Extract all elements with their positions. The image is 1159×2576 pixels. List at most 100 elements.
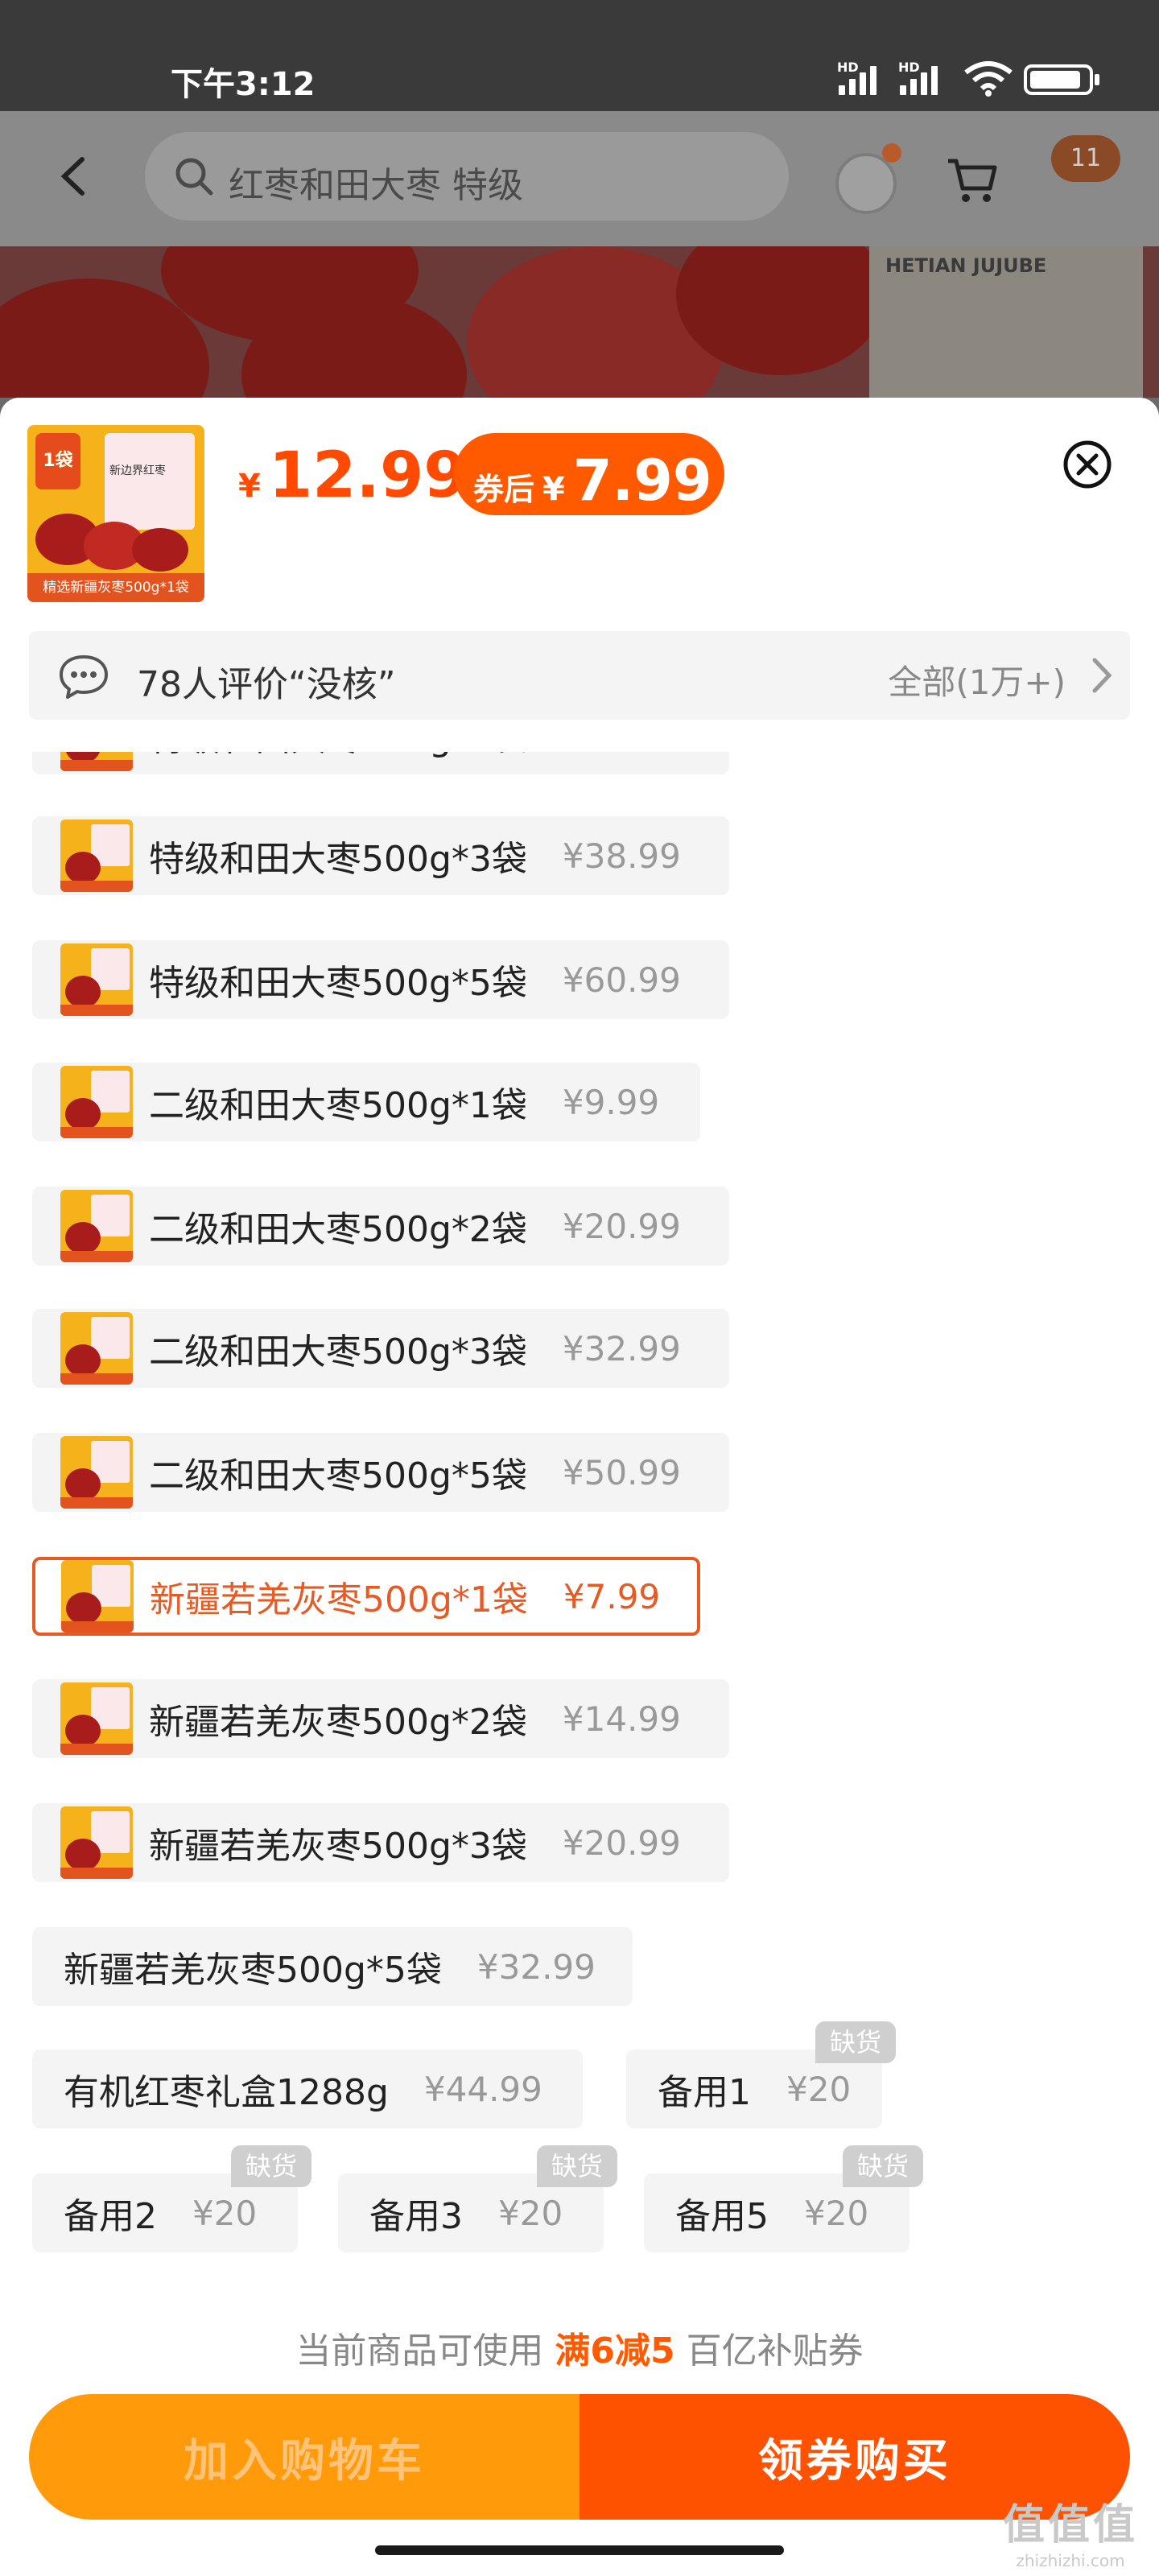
comment-icon bbox=[60, 655, 108, 699]
sku-option[interactable]: 新疆若羌灰枣500g*5袋 ¥32.99 bbox=[32, 1927, 633, 2006]
signal-icon bbox=[839, 63, 876, 95]
out-of-stock-badge: 缺货 bbox=[843, 2145, 923, 2187]
sku-option-name: 备用2 bbox=[64, 2196, 157, 2237]
sku-option[interactable]: 备用2 ¥20 缺货 bbox=[32, 2145, 311, 2252]
sku-option[interactable]: 备用1 ¥20 缺货 bbox=[626, 2021, 896, 2128]
quantity-tag: 1袋 bbox=[35, 433, 80, 489]
sku-option[interactable]: 备用3 ¥20 缺货 bbox=[338, 2145, 617, 2252]
selected-product-thumbnail: 1袋 新边界红枣 精选新疆灰枣500g*1袋 bbox=[27, 425, 204, 602]
action-buttons: 加入购物车 领券购买 bbox=[29, 2394, 1130, 2520]
sku-option[interactable]: 新疆若羌灰枣500g*1袋 ¥7.99 bbox=[32, 1557, 700, 1636]
product-image: HETIAN JUJUBE bbox=[0, 246, 1159, 398]
sku-option[interactable]: 新疆若羌灰枣500g*3袋 ¥20.99 bbox=[32, 1803, 729, 1882]
sku-option-price: ¥20 bbox=[498, 2193, 563, 2233]
sku-option-name: 二级和田大枣500g*3袋 bbox=[149, 1331, 527, 1373]
notice-prefix: 当前商品可使用 bbox=[295, 2330, 544, 2372]
back-arrow-icon[interactable] bbox=[58, 156, 90, 196]
sku-option[interactable]: 二级和田大枣500g*5袋 ¥50.99 bbox=[32, 1433, 729, 1512]
close-icon[interactable] bbox=[1062, 440, 1112, 489]
coupon-label: 券后 bbox=[473, 472, 535, 507]
coupon-value: 7.99 bbox=[572, 448, 712, 514]
sku-option[interactable]: 特级和田大枣500g*3袋 ¥38.99 bbox=[32, 816, 729, 895]
sku-option-price: ¥20.99 bbox=[562, 1823, 681, 1863]
current-price: ¥ 12.99 bbox=[238, 440, 468, 512]
sku-thumbnail bbox=[60, 819, 133, 892]
sku-option-price: ¥7.99 bbox=[563, 1576, 661, 1616]
sku-option-name: 备用5 bbox=[675, 2196, 769, 2237]
notice-suffix: 百亿补贴券 bbox=[686, 2330, 864, 2372]
sku-option[interactable]: 二级和田大枣500g*3袋 ¥32.99 bbox=[32, 1309, 729, 1388]
watermark-logo: 值值值 bbox=[1002, 2501, 1138, 2549]
sku-option-price: ¥50.99 bbox=[562, 1452, 681, 1492]
home-indicator[interactable] bbox=[375, 2545, 784, 2555]
sku-option-price: ¥20 bbox=[804, 2193, 869, 2233]
review-summary-bar[interactable]: 78人评价“没核” 全部(1万+) bbox=[29, 631, 1130, 720]
sku-option-name: 新疆若羌灰枣500g*2袋 bbox=[149, 1702, 527, 1743]
out-of-stock-badge: 缺货 bbox=[815, 2021, 896, 2063]
sku-option-name: 二级和田大枣500g*2袋 bbox=[149, 1209, 527, 1250]
package-label: 新边界红枣 bbox=[109, 464, 166, 477]
watermark-url: zhizhizhi.com bbox=[1016, 2551, 1125, 2570]
assistant-mascot-icon[interactable] bbox=[829, 140, 901, 221]
sku-option[interactable]: 备用5 ¥20 缺货 bbox=[644, 2145, 923, 2252]
search-icon bbox=[175, 158, 213, 196]
search-query: 红枣和田大枣 特级 bbox=[229, 165, 523, 206]
sku-option-name: 新疆若羌灰枣500g*5袋 bbox=[64, 1950, 442, 1991]
sku-option-price: ¥9.99 bbox=[562, 1082, 660, 1122]
status-bar: 下午3:12 HD HD bbox=[0, 0, 1159, 111]
sku-option-name: 二级和田大枣500g*5袋 bbox=[149, 1455, 527, 1496]
cart-count-badge: 11 bbox=[1051, 135, 1120, 182]
sku-option-name: 特级和田大枣500g*2袋 bbox=[149, 752, 527, 761]
sku-option[interactable]: 特级和田大枣500g*2袋 ¥24.99 bbox=[32, 752, 729, 774]
sku-option[interactable]: 二级和田大枣500g*2袋 ¥20.99 bbox=[32, 1187, 729, 1265]
watermark: 值值值 zhizhizhi.com bbox=[1003, 2491, 1138, 2570]
sku-thumbnail bbox=[60, 1806, 133, 1879]
price-currency: ¥ bbox=[238, 468, 261, 505]
sku-option-name: 新疆若羌灰枣500g*1袋 bbox=[150, 1579, 528, 1620]
sku-option-name: 备用3 bbox=[369, 2196, 463, 2237]
out-of-stock-badge: 缺货 bbox=[537, 2145, 617, 2187]
sku-thumbnail bbox=[60, 1190, 133, 1262]
sku-selection-sheet: 1袋 新边界红枣 精选新疆灰枣500g*1袋 ¥ 12.99 券后 ¥ 7.99… bbox=[0, 398, 1159, 2576]
top-nav-bar: 红枣和田大枣 特级 11 bbox=[0, 111, 1159, 246]
sku-option[interactable]: 特级和田大枣500g*5袋 ¥60.99 bbox=[32, 940, 729, 1019]
battery-icon bbox=[1024, 64, 1099, 95]
sku-option[interactable]: 新疆若羌灰枣500g*2袋 ¥14.99 bbox=[32, 1679, 729, 1758]
sku-option-price: ¥38.99 bbox=[562, 836, 681, 876]
sku-option-price: ¥14.99 bbox=[562, 1699, 681, 1739]
coupon-notice: 当前商品可使用 满6减5 百亿补贴券 bbox=[0, 2322, 1159, 2373]
cart-icon[interactable] bbox=[947, 156, 998, 204]
sku-option-name: 备用1 bbox=[658, 2072, 751, 2113]
sku-option-price: ¥60.99 bbox=[562, 960, 681, 1000]
sku-thumbnail bbox=[60, 1312, 133, 1385]
sku-option-price: ¥32.99 bbox=[476, 1946, 596, 1987]
sku-thumbnail bbox=[60, 943, 133, 1016]
sku-option-price: ¥44.99 bbox=[423, 2069, 542, 2109]
status-time: 下午3:12 bbox=[171, 66, 316, 103]
sku-option-price: ¥20 bbox=[786, 2069, 852, 2109]
sku-option-price: ¥20.99 bbox=[562, 1206, 681, 1246]
sku-option-name: 有机红枣礼盒1288g bbox=[64, 2072, 389, 2113]
sku-thumbnail bbox=[60, 752, 133, 771]
package-text: HETIAN JUJUBE bbox=[885, 254, 1047, 277]
review-highlight: 78人评价“没核” bbox=[137, 664, 396, 705]
signal-icon bbox=[900, 63, 938, 95]
sku-option-name: 特级和田大枣500g*3袋 bbox=[149, 839, 527, 880]
sku-option-price: ¥32.99 bbox=[562, 1328, 681, 1368]
search-bar[interactable]: 红枣和田大枣 特级 bbox=[145, 132, 789, 221]
add-to-cart-button[interactable]: 加入购物车 bbox=[29, 2394, 580, 2520]
sku-option-price: ¥24.99 bbox=[563, 752, 681, 755]
sku-thumbnail bbox=[60, 1436, 133, 1509]
all-reviews-link[interactable]: 全部(1万+) bbox=[888, 655, 1066, 704]
sku-option-name: 二级和田大枣500g*1袋 bbox=[149, 1085, 527, 1126]
sku-option[interactable]: 二级和田大枣500g*1袋 ¥9.99 bbox=[32, 1063, 700, 1141]
price-value: 12.99 bbox=[268, 440, 468, 512]
wifi-icon bbox=[964, 61, 1013, 97]
sku-option-name: 特级和田大枣500g*5袋 bbox=[149, 963, 527, 1004]
sku-options-list: 特级和田大枣500g*2袋¥24.99特级和田大枣500g*3袋¥38.99特级… bbox=[0, 752, 1159, 2370]
chevron-right-icon bbox=[1092, 658, 1112, 693]
out-of-stock-badge: 缺货 bbox=[231, 2145, 311, 2187]
sku-option[interactable]: 有机红枣礼盒1288g ¥44.99 bbox=[32, 2050, 583, 2128]
notice-highlight: 满6减5 bbox=[555, 2330, 675, 2372]
sku-thumbnail bbox=[60, 1066, 133, 1138]
